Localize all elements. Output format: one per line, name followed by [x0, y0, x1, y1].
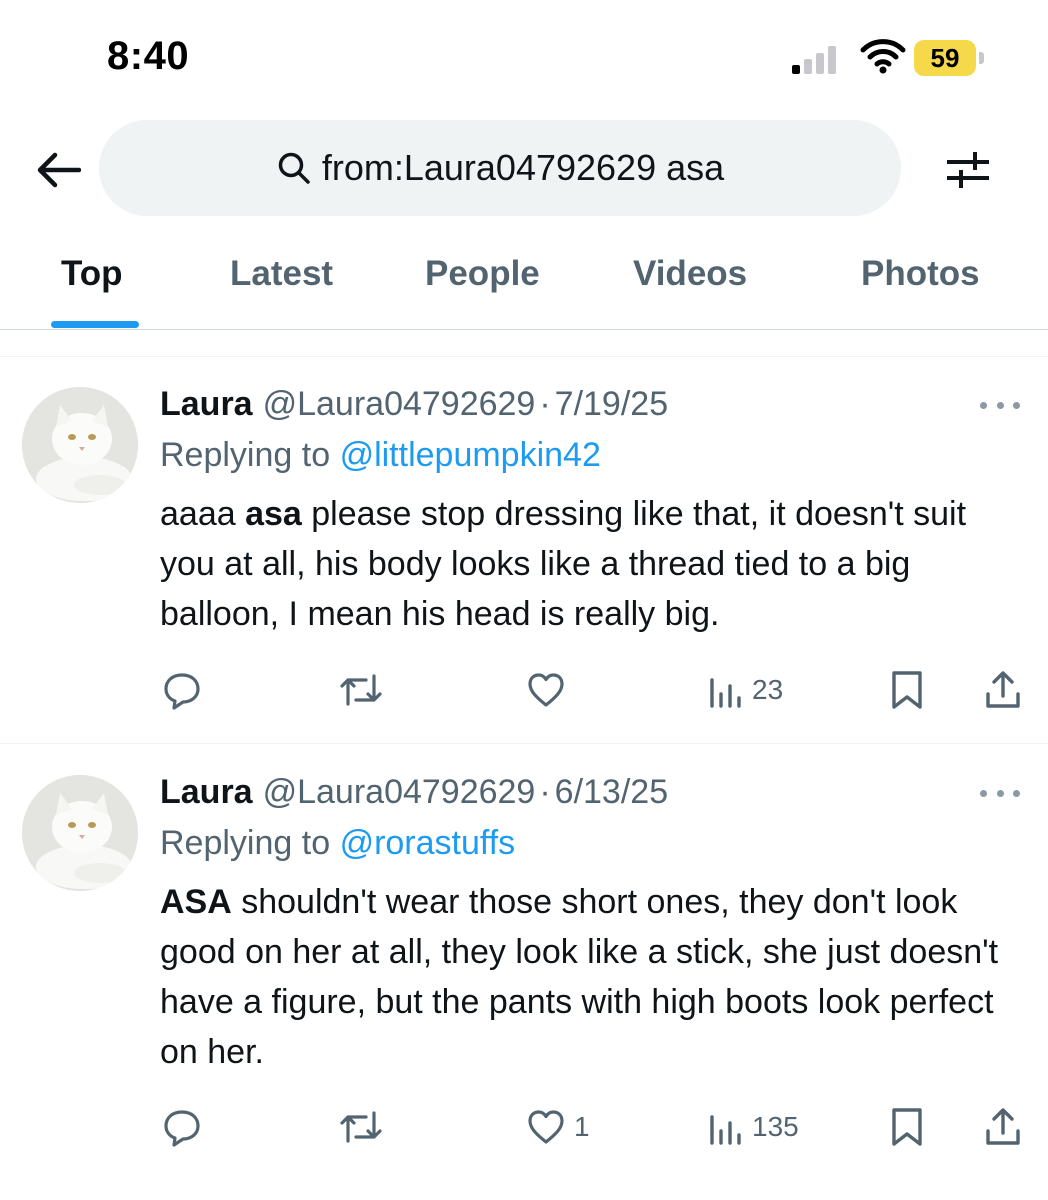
tweet-text: aaaa asa please stop dressing like that,… [160, 489, 1018, 639]
author-name[interactable]: Laura [160, 773, 253, 811]
tweet-text-highlight: asa [245, 495, 302, 533]
tweet-text-post: shouldn't wear those short ones, they do… [160, 883, 999, 1071]
retweet-icon [340, 1111, 382, 1143]
tab-latest[interactable]: Latest [230, 254, 333, 294]
filter-sliders-icon [947, 152, 989, 188]
like-icon [528, 1110, 564, 1144]
signal-icon [792, 44, 842, 74]
author-handle[interactable]: @Laura04792629 [263, 773, 536, 811]
search-filter-button[interactable] [938, 140, 998, 200]
battery-cap [979, 52, 984, 64]
bookmark-button[interactable] [890, 670, 924, 710]
author-handle[interactable]: @Laura04792629 [263, 385, 536, 423]
back-arrow-icon [37, 152, 81, 188]
tweet-text: ASA shouldn't wear those short ones, the… [160, 877, 1018, 1077]
replying-prefix: Replying to [160, 824, 331, 862]
status-bar: 8:40 59 [0, 0, 1048, 110]
separator-dot: · [539, 773, 551, 811]
bookmark-button[interactable] [890, 1107, 924, 1147]
tweet-date[interactable]: 6/13/25 [555, 773, 668, 811]
view-count: 23 [752, 674, 784, 705]
search-query: from:Laura04792629 asa [321, 147, 725, 188]
tweet-actions: 23 [160, 670, 1030, 720]
like-button[interactable] [526, 670, 574, 710]
reply-mention-link[interactable]: @littlepumpkin42 [340, 436, 601, 474]
reply-mention-link[interactable]: @rorastuffs [340, 824, 516, 862]
share-icon [986, 671, 1020, 708]
active-tab-indicator [51, 321, 139, 328]
share-icon [986, 1108, 1020, 1145]
replying-prefix: Replying to [160, 436, 331, 474]
battery-icon: 59 [914, 40, 976, 76]
retweet-button[interactable] [338, 1107, 384, 1147]
replying-to: Replying to @rorastuffs [160, 824, 1018, 863]
share-button[interactable] [984, 1107, 1022, 1147]
reply-icon [164, 1110, 200, 1147]
tweet-text-pre: aaaa [160, 495, 246, 533]
views-icon [710, 1115, 741, 1145]
like-count: 1 [574, 1111, 590, 1142]
author-name[interactable]: Laura [160, 385, 253, 423]
status-time: 8:40 [107, 34, 190, 78]
replying-to: Replying to @littlepumpkin42 [160, 436, 1018, 475]
tweet-header: Laura @Laura04792629 · 6/13/25 [160, 773, 1018, 812]
separator-dot: · [539, 385, 551, 423]
back-button[interactable] [28, 140, 88, 200]
like-button[interactable]: 1 [526, 1107, 590, 1147]
like-icon [528, 673, 564, 707]
views-button[interactable]: 23 [708, 670, 783, 710]
tweet[interactable]: Laura @Laura04792629 · 7/19/25 Replying to … [0, 357, 1048, 744]
tab-people[interactable]: People [425, 254, 540, 294]
tweet-header: Laura @Laura04792629 · 7/19/25 [160, 385, 1018, 424]
wifi-icon [860, 38, 906, 74]
share-button[interactable] [984, 670, 1022, 710]
retweet-button[interactable] [338, 670, 384, 710]
avatar[interactable] [22, 775, 138, 891]
tab-photos[interactable]: Photos [861, 254, 980, 294]
tweet[interactable]: Laura @Laura04792629 · 6/13/25 Replying to … [0, 745, 1048, 1200]
reply-icon [164, 673, 200, 710]
tab-top[interactable]: Top [61, 254, 123, 294]
view-count: 135 [752, 1111, 799, 1142]
reply-button[interactable] [162, 670, 202, 710]
bookmark-icon [892, 1108, 922, 1146]
views-button[interactable]: 135 [708, 1107, 799, 1147]
avatar[interactable] [22, 387, 138, 503]
tweet-date[interactable]: 7/19/25 [555, 385, 668, 423]
tweet-actions: 1 135 [160, 1107, 1030, 1157]
search-tabs: Top Latest People Videos Photos [0, 228, 1048, 330]
search-input[interactable]: from:Laura04792629 asa [99, 120, 901, 216]
tweet-text-highlight: ASA [160, 883, 232, 921]
bookmark-icon [892, 671, 922, 709]
views-icon [710, 678, 741, 708]
retweet-icon [340, 674, 382, 706]
search-icon [278, 152, 310, 184]
tab-videos[interactable]: Videos [633, 254, 747, 294]
reply-button[interactable] [162, 1107, 202, 1147]
